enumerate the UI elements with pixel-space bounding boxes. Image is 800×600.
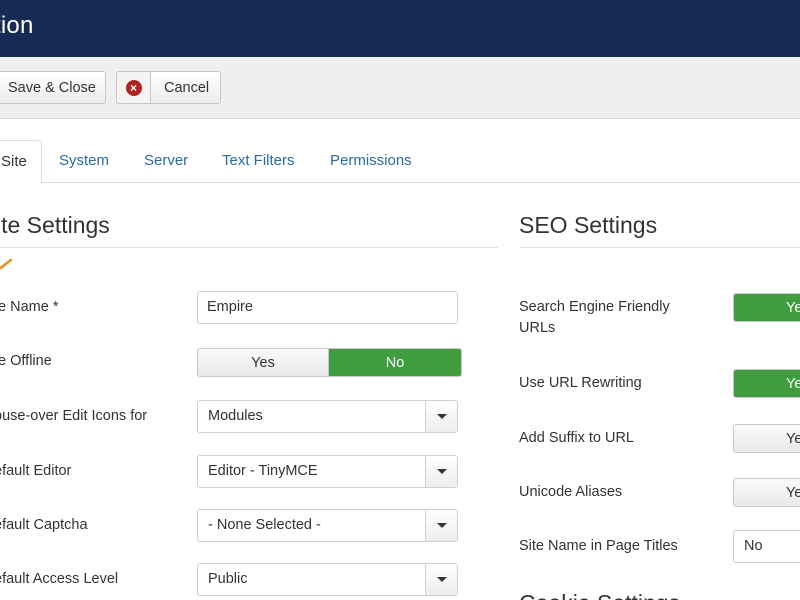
default-captcha-value: - None Selected - (208, 517, 321, 533)
site-settings-divider (0, 247, 498, 248)
tab-system[interactable]: System (59, 152, 109, 169)
cancel-button[interactable]: × Cancel (116, 71, 221, 104)
site-name-titles-value: No (744, 538, 763, 554)
unicode-aliases-toggle: Ye (733, 478, 800, 507)
site-offline-no-option[interactable]: No (329, 349, 461, 376)
url-rewriting-toggle: Ye (733, 369, 800, 398)
unicode-aliases-label: Unicode Aliases (519, 484, 623, 500)
seo-settings-divider (519, 247, 800, 248)
site-name-titles-select[interactable]: No (733, 530, 800, 563)
default-editor-label: efault Editor (0, 463, 72, 479)
x-circle-icon: × (125, 79, 142, 96)
page-title: tion (0, 12, 34, 39)
mouseover-icons-select[interactable]: Modules (197, 400, 458, 433)
tab-permissions[interactable]: Permissions (330, 152, 412, 169)
sef-urls-label-line2: URLs (519, 320, 556, 336)
seo-settings-heading: SEO Settings (519, 212, 658, 238)
save-close-label: Save & Close (8, 79, 96, 96)
url-rewriting-yes-option[interactable]: Ye (734, 370, 800, 397)
site-offline-label: te Offline (0, 353, 52, 369)
site-name-label: te Name * (0, 299, 59, 315)
default-captcha-label: efault Captcha (0, 517, 88, 533)
save-close-button[interactable]: Save & Close (0, 71, 106, 104)
unicode-aliases-yes-option[interactable]: Ye (734, 479, 800, 506)
default-editor-value: Editor - TinyMCE (208, 463, 318, 479)
sef-urls-label: Search Engine Friendly URLs (519, 297, 670, 339)
default-captcha-select[interactable]: - None Selected - (197, 509, 458, 542)
site-name-input[interactable]: Empire (197, 291, 458, 324)
add-suffix-yes-option[interactable]: Ye (734, 425, 800, 452)
cookie-settings-heading: Cookie Settings (519, 590, 680, 600)
page-header: tion (0, 0, 800, 57)
site-settings-heading: ite Settings (0, 212, 110, 238)
default-access-value: Public (208, 571, 248, 587)
default-access-select[interactable]: Public (197, 563, 458, 596)
orange-accent-icon (0, 258, 12, 270)
sef-urls-yes-option[interactable]: Ye (734, 294, 800, 321)
mouseover-icons-value: Modules (208, 408, 263, 424)
sef-urls-label-line1: Search Engine Friendly (519, 299, 670, 315)
cancel-label: Cancel (164, 79, 210, 96)
mouseover-icons-label: ouse-over Edit Icons for (0, 408, 148, 424)
cancel-icon-box: × (117, 72, 151, 103)
default-access-label: efault Access Level (0, 571, 119, 587)
site-name-titles-label: Site Name in Page Titles (519, 538, 678, 554)
tab-bar: Site System Server Text Filters Permissi… (0, 140, 800, 184)
toolbar: Save & Close × Cancel (0, 57, 800, 119)
tab-text-filters[interactable]: Text Filters (222, 152, 295, 169)
add-suffix-toggle: Ye (733, 424, 800, 453)
site-offline-toggle: Yes No (197, 348, 462, 377)
caret-down-icon[interactable] (425, 510, 457, 541)
add-suffix-label: Add Suffix to URL (519, 430, 634, 446)
caret-down-icon[interactable] (425, 456, 457, 487)
url-rewriting-label: Use URL Rewriting (519, 375, 642, 391)
default-editor-select[interactable]: Editor - TinyMCE (197, 455, 458, 488)
tab-site[interactable]: Site (0, 140, 42, 184)
site-offline-yes-option[interactable]: Yes (198, 349, 329, 376)
sef-urls-toggle: Ye (733, 293, 800, 322)
tab-server[interactable]: Server (144, 152, 188, 169)
caret-down-icon[interactable] (425, 401, 457, 432)
caret-down-icon[interactable] (425, 564, 457, 595)
